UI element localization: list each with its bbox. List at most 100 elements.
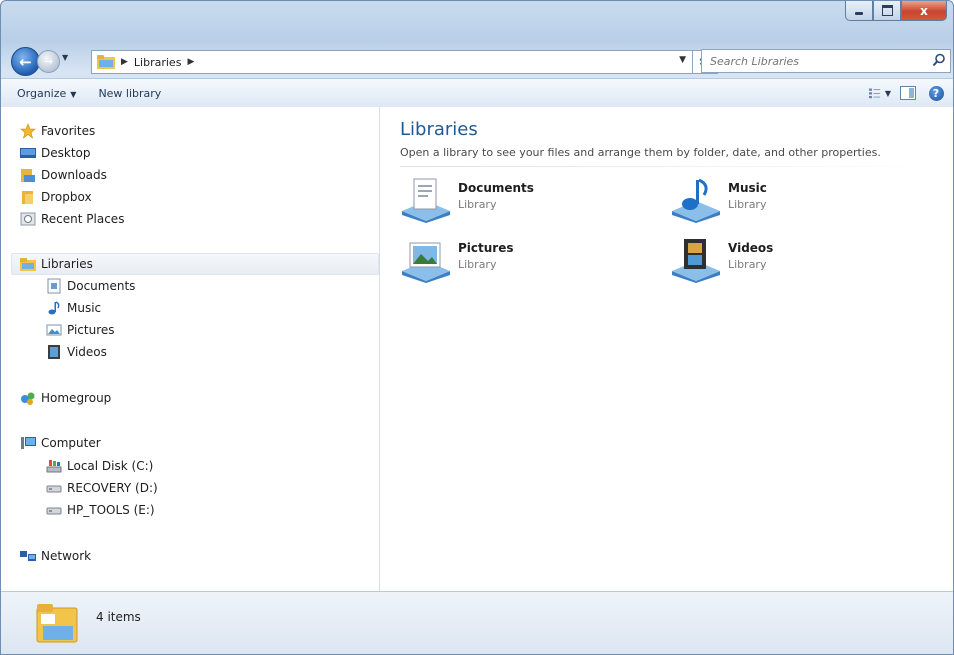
nav-item-documents[interactable]: Documents: [46, 276, 135, 296]
search-input[interactable]: [708, 53, 912, 69]
breadcrumb-libraries[interactable]: Libraries: [134, 56, 182, 69]
breadcrumb-separator[interactable]: ▶: [187, 57, 194, 67]
library-text: Music Library: [728, 177, 767, 223]
library-item-pictures[interactable]: Pictures Library: [400, 237, 514, 283]
libraries-folder-icon: [36, 604, 78, 643]
minimize-icon: [855, 12, 863, 15]
nav-label: Favorites: [41, 124, 96, 138]
nav-homegroup[interactable]: Homegroup: [20, 388, 111, 408]
libraries-icon: [20, 258, 36, 271]
forward-button[interactable]: →: [37, 50, 60, 73]
close-button[interactable]: x: [901, 1, 947, 21]
nav-label: Desktop: [41, 146, 91, 160]
new-library-label: New library: [98, 86, 162, 100]
search-icon[interactable]: [932, 53, 946, 67]
library-name: Pictures: [458, 241, 514, 255]
pictures-library-icon: [402, 242, 450, 283]
library-item-documents[interactable]: Documents Library: [400, 177, 534, 223]
nav-label: Homegroup: [41, 391, 112, 405]
library-name: Music: [728, 181, 767, 195]
nav-label: Dropbox: [41, 190, 92, 204]
view-controls: ▼ ?: [863, 83, 947, 103]
nav-item-pictures[interactable]: Pictures: [46, 320, 115, 340]
nav-item-dropbox[interactable]: Dropbox: [20, 187, 92, 207]
library-item-music[interactable]: Music Library: [670, 177, 767, 223]
library-name: Documents: [458, 181, 534, 195]
nav-item-downloads[interactable]: Downloads: [20, 165, 107, 185]
nav-item-local-disk[interactable]: Local Disk (C:): [46, 456, 153, 476]
nav-item-desktop[interactable]: Desktop: [20, 143, 91, 163]
item-count: 4 items: [96, 610, 141, 624]
nav-label: Documents: [67, 279, 136, 293]
address-row: ← → ▼ ▶ Libraries ▶ ▼ ⇆: [1, 38, 953, 76]
breadcrumb-separator: ▶: [121, 57, 128, 67]
recent-places-icon: [20, 212, 36, 226]
nav-item-recent-places[interactable]: Recent Places: [20, 209, 124, 229]
nav-label: Music: [67, 301, 102, 315]
libraries-folder-icon: [97, 55, 115, 69]
nav-network[interactable]: Network: [20, 546, 91, 566]
nav-label: Local Disk (C:): [67, 459, 154, 473]
library-name: Videos: [728, 241, 774, 255]
network-icon: [20, 551, 36, 561]
change-view-button[interactable]: ▼: [869, 83, 891, 103]
nav-label: Downloads: [41, 168, 107, 182]
search-box[interactable]: [701, 49, 951, 73]
page-title: Libraries: [400, 119, 478, 140]
chevron-down-icon: ▼: [884, 88, 891, 98]
new-library-button[interactable]: New library: [92, 83, 167, 104]
preview-pane-button[interactable]: [897, 83, 919, 103]
nav-item-recovery-drive[interactable]: RECOVERY (D:): [46, 478, 158, 498]
minimize-button[interactable]: [845, 1, 873, 21]
back-arrow-icon: ←: [19, 52, 32, 71]
downloads-folder-icon: [21, 169, 35, 182]
close-icon: x: [920, 3, 928, 18]
documents-library-icon: [402, 178, 450, 223]
drive-icon: [46, 485, 62, 493]
forward-arrow-icon: →: [43, 55, 54, 68]
address-dropdown-icon[interactable]: ▼: [679, 55, 686, 65]
library-item-videos[interactable]: Videos Library: [670, 237, 773, 283]
explorer-window: x ← → ▼ ▶ Libraries ▶ ▼ ⇆ O: [0, 0, 954, 655]
music-note-icon: [48, 301, 60, 315]
document-icon: [47, 278, 61, 294]
help-button[interactable]: ?: [925, 83, 947, 103]
nav-label: Computer: [41, 436, 101, 450]
caption-buttons: x: [845, 1, 947, 21]
preview-pane-icon: [900, 86, 916, 100]
library-type: Library: [458, 198, 497, 211]
nav-item-music[interactable]: Music: [46, 298, 101, 318]
nav-label: Recent Places: [41, 212, 125, 226]
content-pane: Libraries Open a library to see your fil…: [380, 107, 953, 591]
address-bar[interactable]: ▶ Libraries ▶ ▼: [91, 50, 693, 74]
picture-icon: [46, 324, 62, 336]
back-button[interactable]: ←: [11, 47, 40, 76]
library-type: Library: [458, 258, 497, 271]
nav-item-hp-tools-drive[interactable]: HP_TOOLS (E:): [46, 500, 155, 520]
recent-pages-dropdown[interactable]: ▼: [62, 53, 68, 62]
nav-favorites[interactable]: Favorites: [20, 121, 95, 141]
chevron-down-icon: ▼: [70, 89, 77, 99]
library-type: Library: [728, 198, 767, 211]
nav-item-videos[interactable]: Videos: [46, 342, 107, 362]
homegroup-icon: [21, 392, 35, 405]
nav-label: HP_TOOLS (E:): [67, 503, 155, 517]
maximize-button[interactable]: [873, 1, 901, 21]
computer-icon: [21, 437, 36, 449]
drive-icon: [46, 507, 62, 515]
divider: [400, 166, 940, 167]
nav-label: Videos: [67, 345, 107, 359]
dropbox-folder-icon: [22, 191, 33, 204]
page-description: Open a library to see your files and arr…: [400, 146, 881, 159]
nav-label: RECOVERY (D:): [67, 481, 158, 495]
nav-libraries[interactable]: Libraries: [20, 254, 93, 274]
library-text: Videos Library: [728, 237, 773, 283]
organize-button[interactable]: Organize ▼: [11, 83, 82, 104]
help-icon: ?: [928, 85, 944, 101]
navigation-pane: Favorites Desktop Downloads Dropbox Rece…: [1, 107, 380, 591]
nav-label: Network: [41, 549, 92, 563]
film-icon: [48, 345, 60, 359]
library-text: Documents Library: [458, 177, 534, 223]
star-icon: [20, 123, 36, 139]
nav-computer[interactable]: Computer: [20, 433, 101, 453]
